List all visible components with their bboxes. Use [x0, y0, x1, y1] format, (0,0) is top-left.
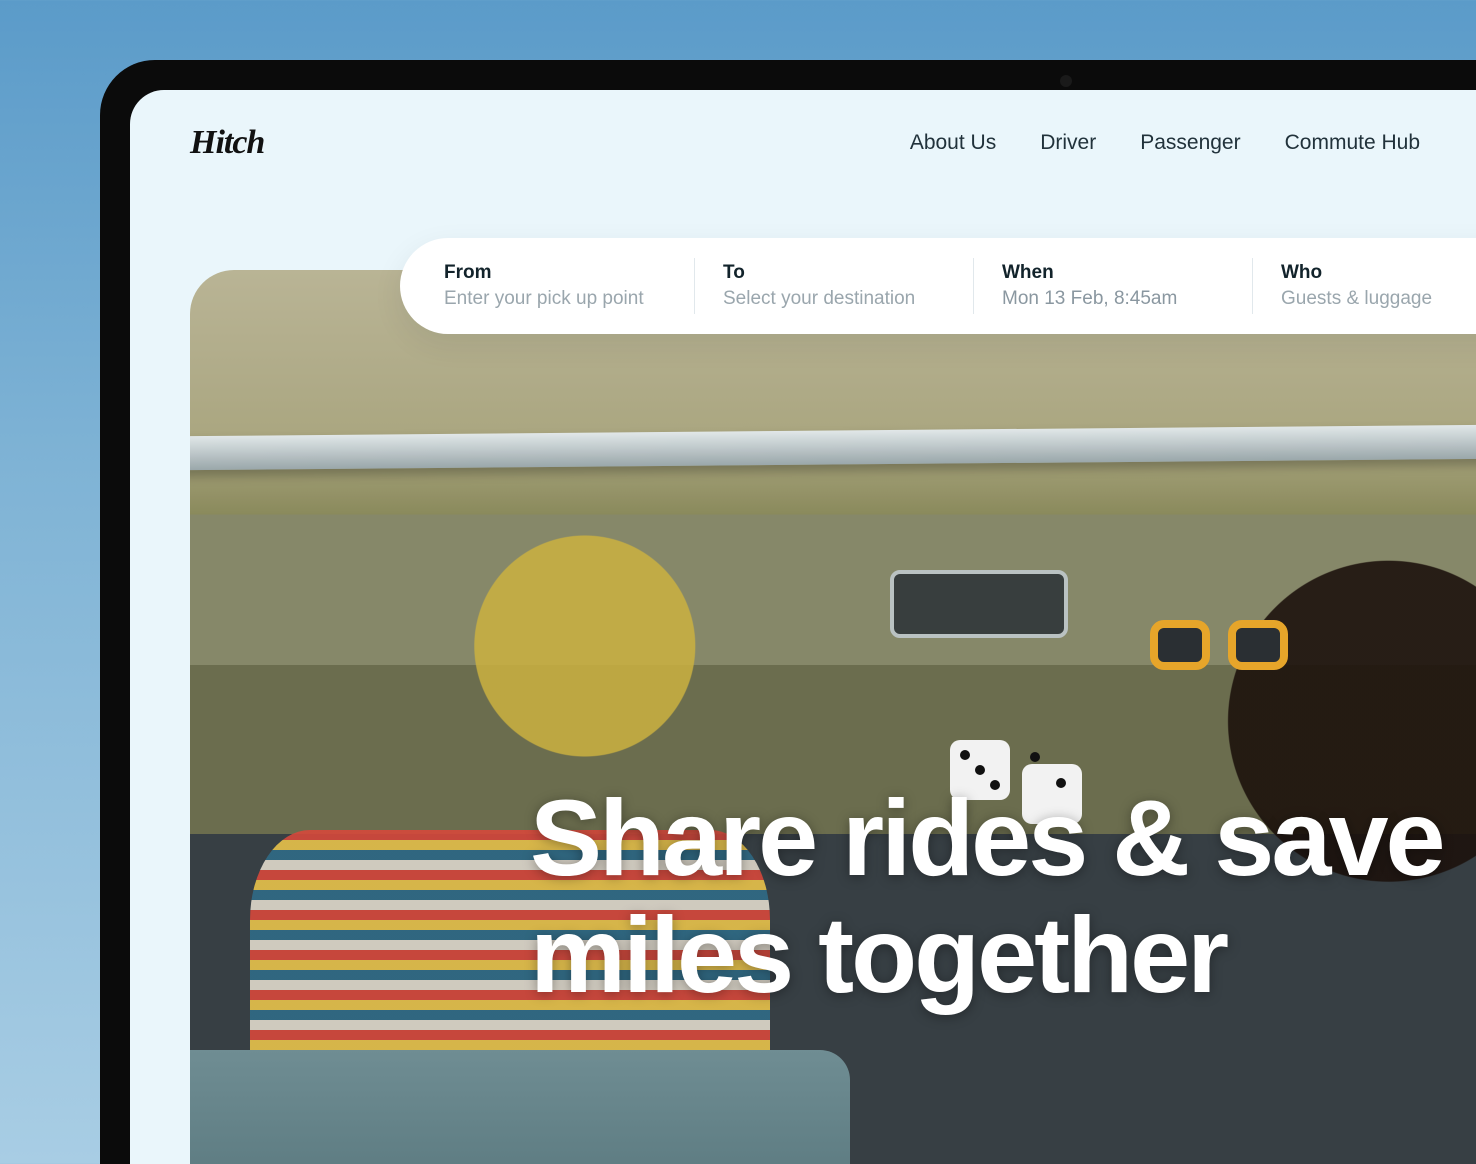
search-who-placeholder: Guests & luggage [1281, 288, 1476, 310]
divider [973, 258, 974, 314]
divider [694, 258, 695, 314]
app-screen: Hitch About Us Driver Passenger Commute … [130, 90, 1476, 1164]
nav-driver[interactable]: Driver [1040, 131, 1096, 155]
search-bar: From Enter your pick up point To Select … [400, 238, 1476, 334]
search-from[interactable]: From Enter your pick up point [444, 238, 694, 334]
search-when[interactable]: When Mon 13 Feb, 8:45am [1002, 238, 1252, 334]
header: Hitch About Us Driver Passenger Commute … [130, 90, 1476, 190]
divider [1252, 258, 1253, 314]
camera-icon [1060, 75, 1072, 87]
nav-commute-hub[interactable]: Commute Hub [1285, 131, 1420, 155]
search-to-label: To [723, 262, 937, 284]
search-from-placeholder: Enter your pick up point [444, 288, 658, 310]
brand-logo[interactable]: Hitch [190, 124, 264, 162]
search-when-label: When [1002, 262, 1216, 284]
search-who[interactable]: Who Guests & luggage [1281, 238, 1476, 334]
search-when-value: Mon 13 Feb, 8:45am [1002, 288, 1216, 310]
search-to-placeholder: Select your destination [723, 288, 937, 310]
nav-passenger[interactable]: Passenger [1140, 131, 1240, 155]
hero-headline: Share rides & save miles together [530, 780, 1476, 1013]
search-who-label: Who [1281, 262, 1476, 284]
hero-photo-detail [190, 1050, 850, 1164]
device-frame: Hitch About Us Driver Passenger Commute … [100, 60, 1476, 1164]
hero-section: Share rides & save miles together [190, 270, 1476, 1164]
search-from-label: From [444, 262, 658, 284]
search-to[interactable]: To Select your destination [723, 238, 973, 334]
sunglasses-icon [1150, 620, 1300, 676]
primary-nav: About Us Driver Passenger Commute Hub [910, 131, 1476, 155]
nav-about-us[interactable]: About Us [910, 131, 996, 155]
